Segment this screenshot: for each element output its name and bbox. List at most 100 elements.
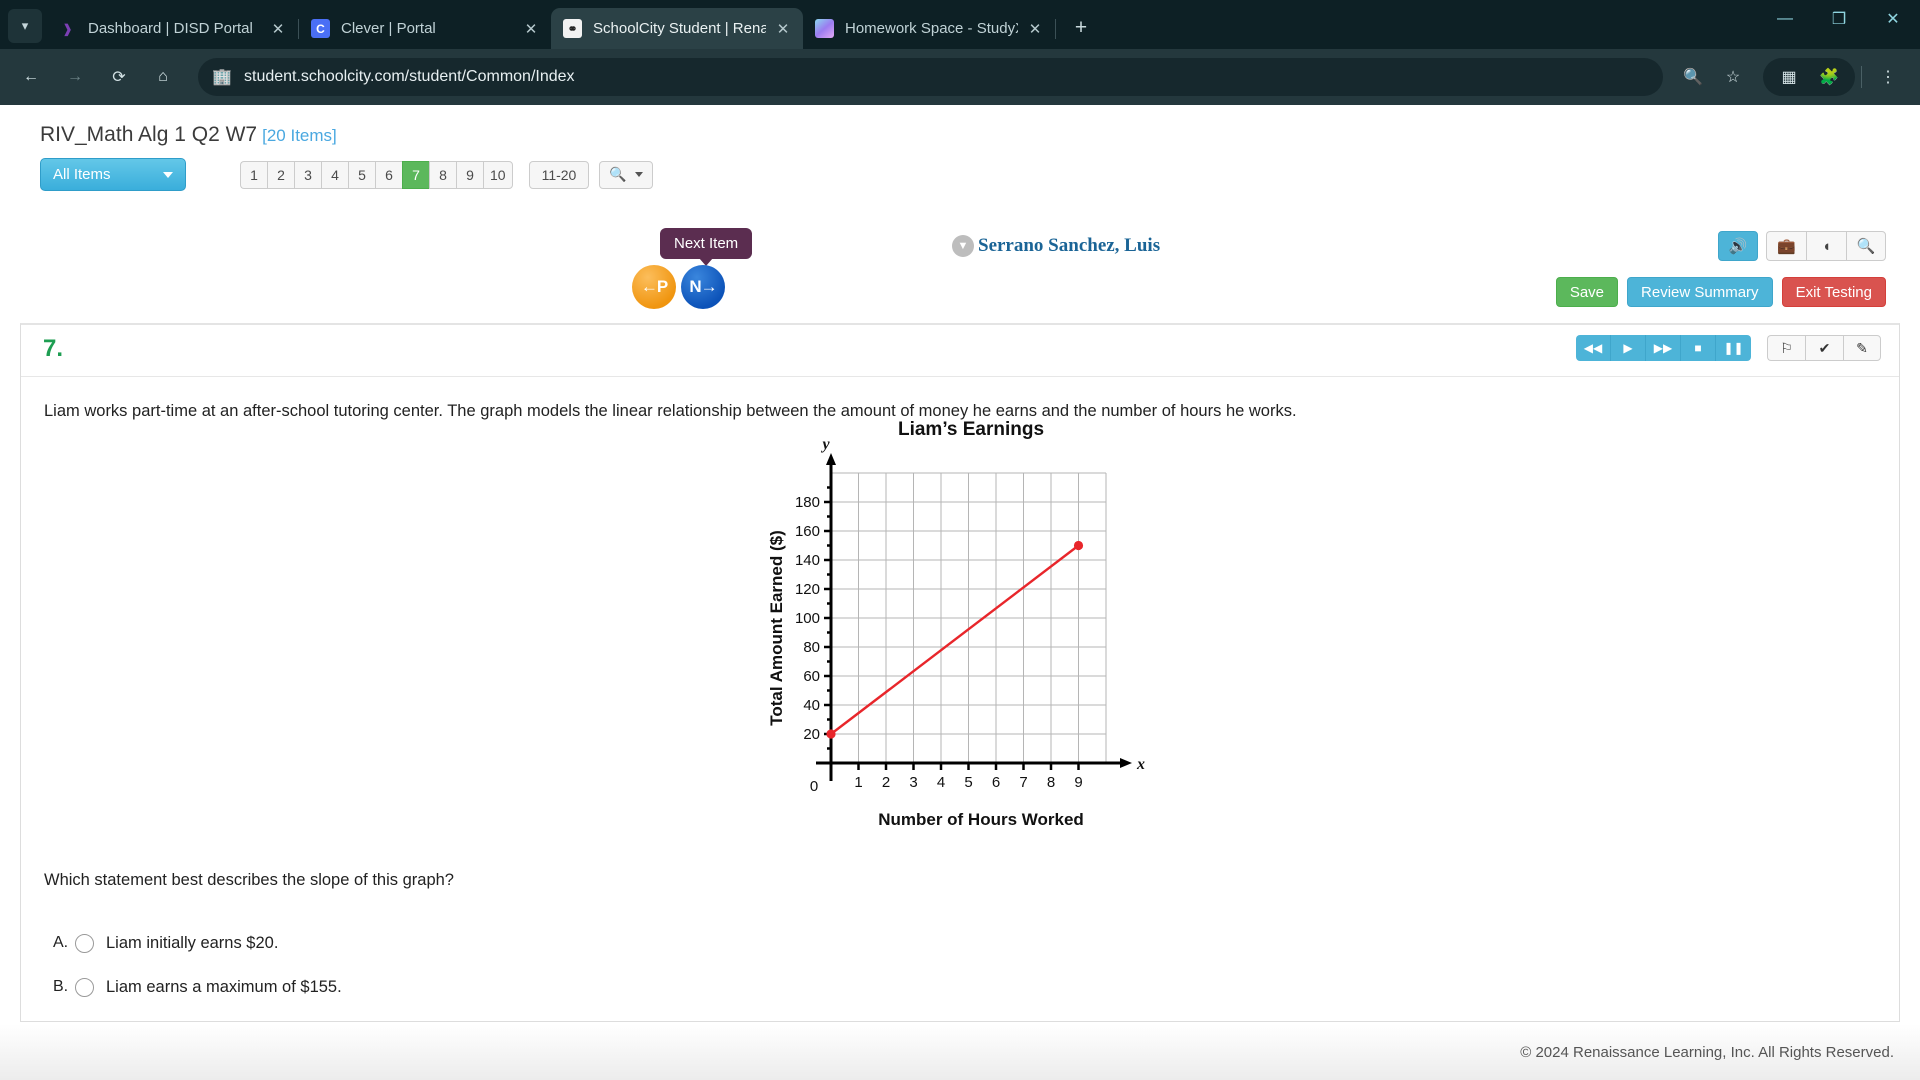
choice-c[interactable]: C. Liam earns $15 per hour. [53, 1009, 342, 1023]
y-tick-label: 180 [795, 494, 820, 511]
address-bar[interactable]: 🏢 student.schoolcity.com/student/Common/… [198, 58, 1663, 96]
fast-forward-icon[interactable]: ▶▶ [1646, 335, 1681, 361]
x-tick-label: 1 [854, 774, 862, 791]
close-icon[interactable]: ✕ [1024, 18, 1046, 40]
close-icon[interactable]: ✕ [520, 18, 542, 40]
browser-tab-3-title: SchoolCity Student | Renaissan [593, 20, 766, 37]
magnifier-icon[interactable]: 🔍 [1846, 231, 1886, 261]
item-search-button[interactable]: 🔍 [599, 160, 653, 189]
chrome-menu-icon[interactable]: ⋮ [1868, 58, 1908, 96]
site-info-icon[interactable]: 🏢 [212, 67, 232, 87]
window-controls: — ❒ ✕ [1758, 0, 1920, 49]
choice-a[interactable]: A. Liam initially earns $20. [53, 921, 342, 965]
choice-a-radio[interactable] [75, 933, 94, 953]
rewind-icon[interactable]: ◀◀ [1576, 335, 1611, 361]
previous-item-button[interactable]: ←P [632, 265, 676, 309]
close-window-icon[interactable]: ✕ [1866, 0, 1920, 38]
browser-tab-4-title: Homework Space - StudyX [845, 20, 1018, 37]
question-action-group: ⚐ ✔ ✎ [1767, 335, 1881, 361]
notes-icon[interactable]: ✎ [1843, 335, 1881, 361]
x-tick-label: 7 [1019, 774, 1027, 791]
choice-c-radio[interactable] [75, 1022, 94, 1023]
x-tick-label: 3 [909, 774, 917, 791]
choice-b[interactable]: B. Liam earns a maximum of $155. [53, 965, 342, 1009]
next-item-tooltip: Next Item [660, 228, 753, 259]
browser-tab-1[interactable]: ❱ Dashboard | DISD Portal ✕ [46, 8, 298, 49]
schoolcity-app: RIV_Math Alg 1 Q2 W7 [20 Items] All Items… [0, 105, 1920, 1080]
page-button-10[interactable]: 10 [483, 160, 513, 189]
contrast-icon[interactable]: ◖ [1806, 231, 1846, 261]
choice-b-text: Liam earns a maximum of $155. [106, 977, 342, 996]
chevron-down-icon [163, 171, 173, 178]
x-tick-label: 5 [964, 774, 972, 791]
home-icon[interactable]: ⌂ [144, 58, 182, 96]
choice-b-radio[interactable] [75, 977, 94, 997]
x-tick-label: 2 [882, 774, 890, 791]
y-axis-arrow [826, 453, 836, 465]
chevron-down-icon: ▼ [952, 235, 974, 257]
y-axis-ticks: 20 40 60 80 100 120 140 160 180 [795, 486, 831, 750]
cast-icon[interactable]: ▦ [1769, 58, 1809, 96]
tab-search-icon[interactable]: ▾ [8, 9, 42, 43]
earnings-graph-svg: Liam’s Earnings 20406080100120140160180 … [767, 419, 1145, 829]
address-bar-text: student.schoolcity.com/student/Common/In… [244, 68, 575, 85]
stop-icon[interactable]: ■ [1681, 335, 1716, 361]
minimize-icon[interactable]: — [1758, 0, 1812, 38]
check-icon[interactable]: ✔ [1805, 335, 1843, 361]
close-icon[interactable]: ✕ [267, 18, 289, 40]
page-button-7-current[interactable]: 7 [402, 160, 429, 189]
item-count-link[interactable]: [20 Items] [262, 126, 337, 145]
review-summary-button[interactable]: Review Summary [1627, 277, 1773, 307]
x-tick-label: 4 [937, 774, 945, 791]
extensions-icon[interactable]: 🧩 [1809, 58, 1849, 96]
close-icon[interactable]: ✕ [772, 18, 794, 40]
y-tick-label: 120 [795, 581, 820, 598]
reload-icon[interactable]: ⟳ [100, 58, 138, 96]
new-tab-button[interactable]: + [1066, 13, 1096, 43]
x-axis-arrow [1120, 758, 1132, 768]
page-number-group: 1 2 3 4 5 6 7 8 9 10 [240, 160, 513, 189]
play-icon[interactable]: ▶ [1611, 335, 1646, 361]
y-tick-label: 40 [803, 697, 820, 714]
page-button-1[interactable]: 1 [240, 160, 267, 189]
origin-label: 0 [810, 778, 818, 795]
browser-tab-2[interactable]: C Clever | Portal ✕ [299, 8, 551, 49]
browser-tab-3[interactable]: ⚭ SchoolCity Student | Renaissan ✕ [551, 8, 803, 49]
data-point [1073, 540, 1084, 551]
answer-choices: A. Liam initially earns $20. B. Liam ear… [53, 921, 342, 1023]
x-tick-label: 8 [1047, 774, 1055, 791]
question-card: 7. ◀◀ ▶ ▶▶ ■ ❚❚ ⚐ ✔ ✎ Liam works part-ti… [20, 323, 1900, 1022]
browser-tab-1-title: Dashboard | DISD Portal [88, 20, 253, 37]
exit-testing-button[interactable]: Exit Testing [1781, 277, 1886, 307]
zoom-out-icon[interactable]: 🔍 [1673, 58, 1713, 96]
page-button-5[interactable]: 5 [348, 160, 375, 189]
next-item-button[interactable]: N→ [681, 265, 725, 309]
back-icon[interactable]: ← [12, 58, 50, 96]
student-selector[interactable]: ▼ Serrano Sanchez, Luis [952, 235, 1160, 257]
omnibox-bar: ← → ⟳ ⌂ 🏢 student.schoolcity.com/student… [0, 49, 1920, 105]
page-button-2[interactable]: 2 [267, 160, 294, 189]
page-button-8[interactable]: 8 [429, 160, 456, 189]
flag-icon[interactable]: ⚐ [1767, 335, 1805, 361]
browser-tab-4[interactable]: Homework Space - StudyX ✕ [803, 8, 1055, 49]
pause-icon[interactable]: ❚❚ [1716, 335, 1751, 361]
save-button[interactable]: Save [1555, 277, 1619, 307]
forward-icon[interactable]: → [56, 58, 94, 96]
page-button-3[interactable]: 3 [294, 160, 321, 189]
browser-window: ▾ ❱ Dashboard | DISD Portal ✕ C Clever |… [0, 0, 1920, 1080]
x-axis-label: Number of Hours Worked [878, 810, 1084, 829]
page-button-6[interactable]: 6 [375, 160, 402, 189]
page-range-button[interactable]: 11-20 [528, 160, 590, 189]
question-prompt: Which statement best describes the slope… [44, 871, 454, 889]
all-items-dropdown[interactable]: All Items [40, 158, 186, 191]
omnibox-divider [1861, 66, 1862, 88]
speaker-icon[interactable]: 🔊 [1718, 231, 1758, 261]
data-point [826, 729, 836, 739]
toolbox-icon[interactable]: 💼 [1766, 231, 1806, 261]
copyright-text: © 2024 Renaissance Learning, Inc. All Ri… [1520, 1043, 1894, 1061]
schoolcity-icon: ⚭ [563, 19, 582, 38]
bookmark-star-icon[interactable]: ☆ [1713, 58, 1753, 96]
page-button-9[interactable]: 9 [456, 160, 483, 189]
page-button-4[interactable]: 4 [321, 160, 348, 189]
maximize-icon[interactable]: ❒ [1812, 0, 1866, 38]
